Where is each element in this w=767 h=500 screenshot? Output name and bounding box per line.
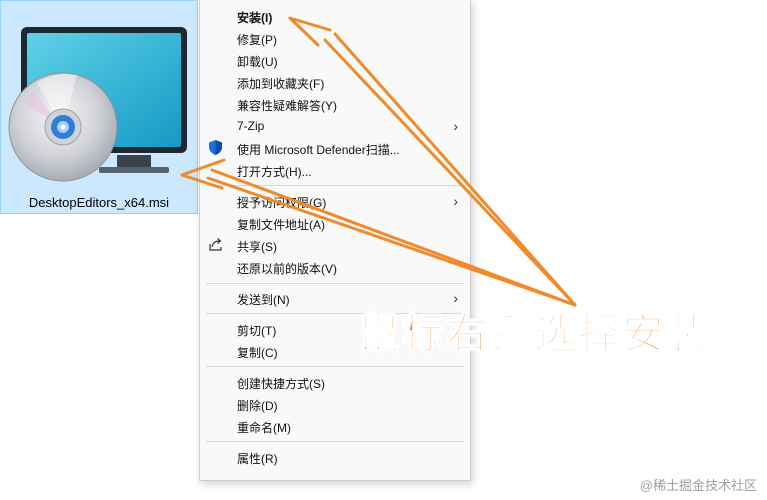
shield-icon	[209, 140, 222, 155]
menu-item-label: 兼容性疑难解答(Y)	[237, 99, 337, 113]
menu-item-uninstall[interactable]: 卸载(U)	[200, 49, 470, 71]
menu-item-label: 修复(P)	[237, 33, 277, 47]
menu-item-rename[interactable]: 重命名(M)	[200, 415, 470, 437]
menu-item-label: 共享(S)	[237, 240, 277, 254]
menu-item-label: 安装(I)	[237, 11, 273, 25]
file-tile[interactable]: DesktopEditors_x64.msi	[0, 0, 198, 214]
chevron-right-icon: ›	[453, 193, 458, 209]
menu-item-label: 7-Zip	[237, 119, 265, 133]
menu-item-defender-scan[interactable]: 使用 Microsoft Defender扫描...	[200, 137, 470, 159]
menu-separator	[206, 283, 464, 284]
context-menu: 安装(I) 修复(P) 卸载(U) 添加到收藏夹(F) 兼容性疑难解答(Y) 7…	[199, 0, 471, 481]
annotation-callout: 鼠标右键选择安装	[357, 308, 711, 359]
menu-item-label: 授予访问权限(G)	[237, 196, 327, 210]
menu-item-repair[interactable]: 修复(P)	[200, 27, 470, 49]
menu-item-label: 复制(C)	[237, 346, 278, 360]
watermark: @稀土掘金技术社区	[639, 478, 757, 493]
chevron-right-icon: ›	[453, 118, 458, 134]
menu-item-share[interactable]: 共享(S)	[200, 234, 470, 256]
menu-item-label: 属性(R)	[237, 452, 278, 466]
msi-installer-icon	[8, 27, 187, 182]
menu-item-label: 复制文件地址(A)	[237, 218, 325, 232]
menu-item-7zip[interactable]: 7-Zip ›	[200, 115, 470, 137]
menu-item-label: 重命名(M)	[237, 421, 291, 435]
menu-item-label: 还原以前的版本(V)	[237, 262, 337, 276]
menu-item-open-with[interactable]: 打开方式(H)...	[200, 159, 470, 181]
share-icon	[209, 238, 222, 251]
menu-item-label: 打开方式(H)...	[237, 165, 312, 179]
menu-item-install[interactable]: 安装(I)	[200, 5, 470, 27]
menu-item-compatibility[interactable]: 兼容性疑难解答(Y)	[200, 93, 470, 115]
menu-item-label: 删除(D)	[237, 399, 278, 413]
menu-item-properties[interactable]: 属性(R)	[200, 446, 470, 468]
menu-item-label: 卸载(U)	[237, 55, 278, 69]
menu-item-grant-access[interactable]: 授予访问权限(G) ›	[200, 190, 470, 212]
menu-item-delete[interactable]: 删除(D)	[200, 393, 470, 415]
menu-item-add-favorites[interactable]: 添加到收藏夹(F)	[200, 71, 470, 93]
menu-separator	[206, 366, 464, 367]
menu-item-label: 使用 Microsoft Defender扫描...	[237, 143, 400, 157]
menu-item-label: 发送到(N)	[237, 293, 290, 307]
menu-item-label: 创建快捷方式(S)	[237, 377, 325, 391]
menu-separator	[206, 185, 464, 186]
menu-item-create-shortcut[interactable]: 创建快捷方式(S)	[200, 371, 470, 393]
menu-item-copy-path[interactable]: 复制文件地址(A)	[200, 212, 470, 234]
menu-item-label: 剪切(T)	[237, 324, 277, 338]
menu-item-label: 添加到收藏夹(F)	[237, 77, 325, 91]
file-name: DesktopEditors_x64.msi	[28, 195, 170, 210]
menu-item-restore-versions[interactable]: 还原以前的版本(V)	[200, 256, 470, 278]
menu-separator	[206, 441, 464, 442]
